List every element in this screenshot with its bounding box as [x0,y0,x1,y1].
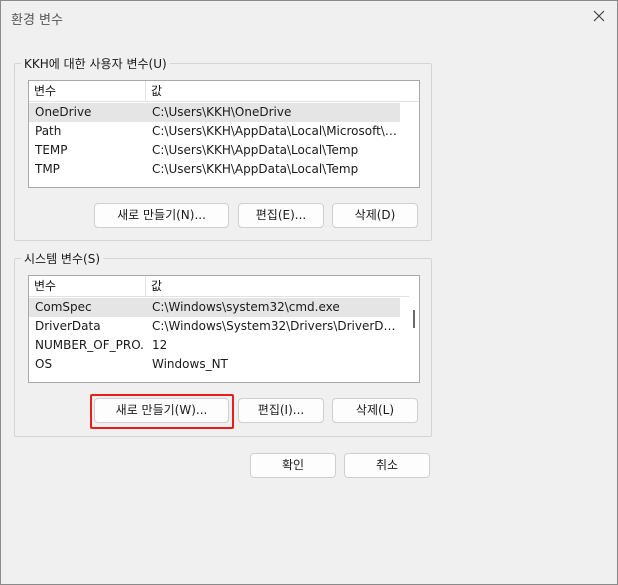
user-variables-label: KKH에 대한 사용자 변수(U) [21,55,170,72]
variable-value: C:\Users\KKH\AppData\Local\Temp [152,162,359,176]
ok-button[interactable]: 확인 [250,453,336,478]
user-variables-group: KKH에 대한 사용자 변수(U) 변수 값 OneDrive C:\Users… [14,55,432,241]
variable-name: TMP [35,162,60,176]
list-header: 변수 값 [29,276,419,297]
column-header-value[interactable]: 값 [146,81,406,101]
variable-value: C:\Users\KKH\OneDrive [152,105,292,119]
scrollbar-thumb[interactable] [413,310,415,328]
variable-value: C:\Windows\System32\Drivers\DriverData [152,319,397,333]
close-icon [593,10,605,22]
user-new-button[interactable]: 새로 만들기(N)... [94,203,229,228]
system-variables-group: 시스템 변수(S) 변수 값 ComSpec C:\Windows\system… [14,250,432,437]
system-new-button[interactable]: 새로 만들기(W)... [94,398,229,423]
column-header-name[interactable]: 변수 [29,81,146,101]
variable-value: 12 [152,338,168,352]
system-variables-list[interactable]: 변수 값 ComSpec C:\Windows\system32\cmd.exe… [28,275,420,383]
table-row[interactable]: OneDrive C:\Users\KKH\OneDrive [29,103,400,122]
user-edit-button[interactable]: 편집(E)... [238,203,324,228]
variable-name: NUMBER_OF_PRO... [35,338,143,352]
table-row[interactable]: OS Windows_NT [29,355,400,374]
table-row[interactable]: Path C:\Users\KKH\AppData\Local\Microsof… [29,122,400,141]
table-row[interactable]: ComSpec C:\Windows\system32\cmd.exe [29,298,400,317]
variable-value: C:\Windows\system32\cmd.exe [152,300,340,314]
table-row[interactable]: TEMP C:\Users\KKH\AppData\Local\Temp [29,141,400,160]
column-header-name[interactable]: 변수 [29,276,146,296]
window-title: 환경 변수 [11,13,63,28]
close-button[interactable] [587,5,611,27]
table-row[interactable]: TMP C:\Users\KKH\AppData\Local\Temp [29,160,400,179]
system-variables-label: 시스템 변수(S) [21,250,103,267]
title-bar: 환경 변수 [1,1,617,33]
variable-name: ComSpec [35,300,92,314]
environment-variables-dialog: 환경 변수 KKH에 대한 사용자 변수(U) 변수 값 OneDrive C:… [0,0,618,585]
system-edit-button[interactable]: 편집(I)... [238,398,324,423]
variable-name: OS [35,357,53,371]
user-variables-list[interactable]: 변수 값 OneDrive C:\Users\KKH\OneDrive Path… [28,80,420,188]
table-row[interactable]: NUMBER_OF_PRO... 12 [29,336,400,355]
user-delete-button[interactable]: 삭제(D) [332,203,418,228]
cancel-button[interactable]: 취소 [344,453,430,478]
variable-name: TEMP [35,143,68,157]
variable-value: Windows_NT [152,357,228,371]
variable-value: C:\Users\KKH\AppData\Local\Temp [152,143,359,157]
variable-name: Path [35,124,62,138]
list-header: 변수 값 [29,81,419,102]
table-row[interactable]: DriverData C:\Windows\System32\Drivers\D… [29,317,400,336]
column-header-value[interactable]: 값 [146,276,406,296]
vertical-scrollbar[interactable] [409,296,419,382]
variable-name: DriverData [35,319,101,333]
variable-value: C:\Users\KKH\AppData\Local\Microsoft\Win… [152,124,397,138]
system-delete-button[interactable]: 삭제(L) [332,398,418,423]
variable-name: OneDrive [35,105,92,119]
